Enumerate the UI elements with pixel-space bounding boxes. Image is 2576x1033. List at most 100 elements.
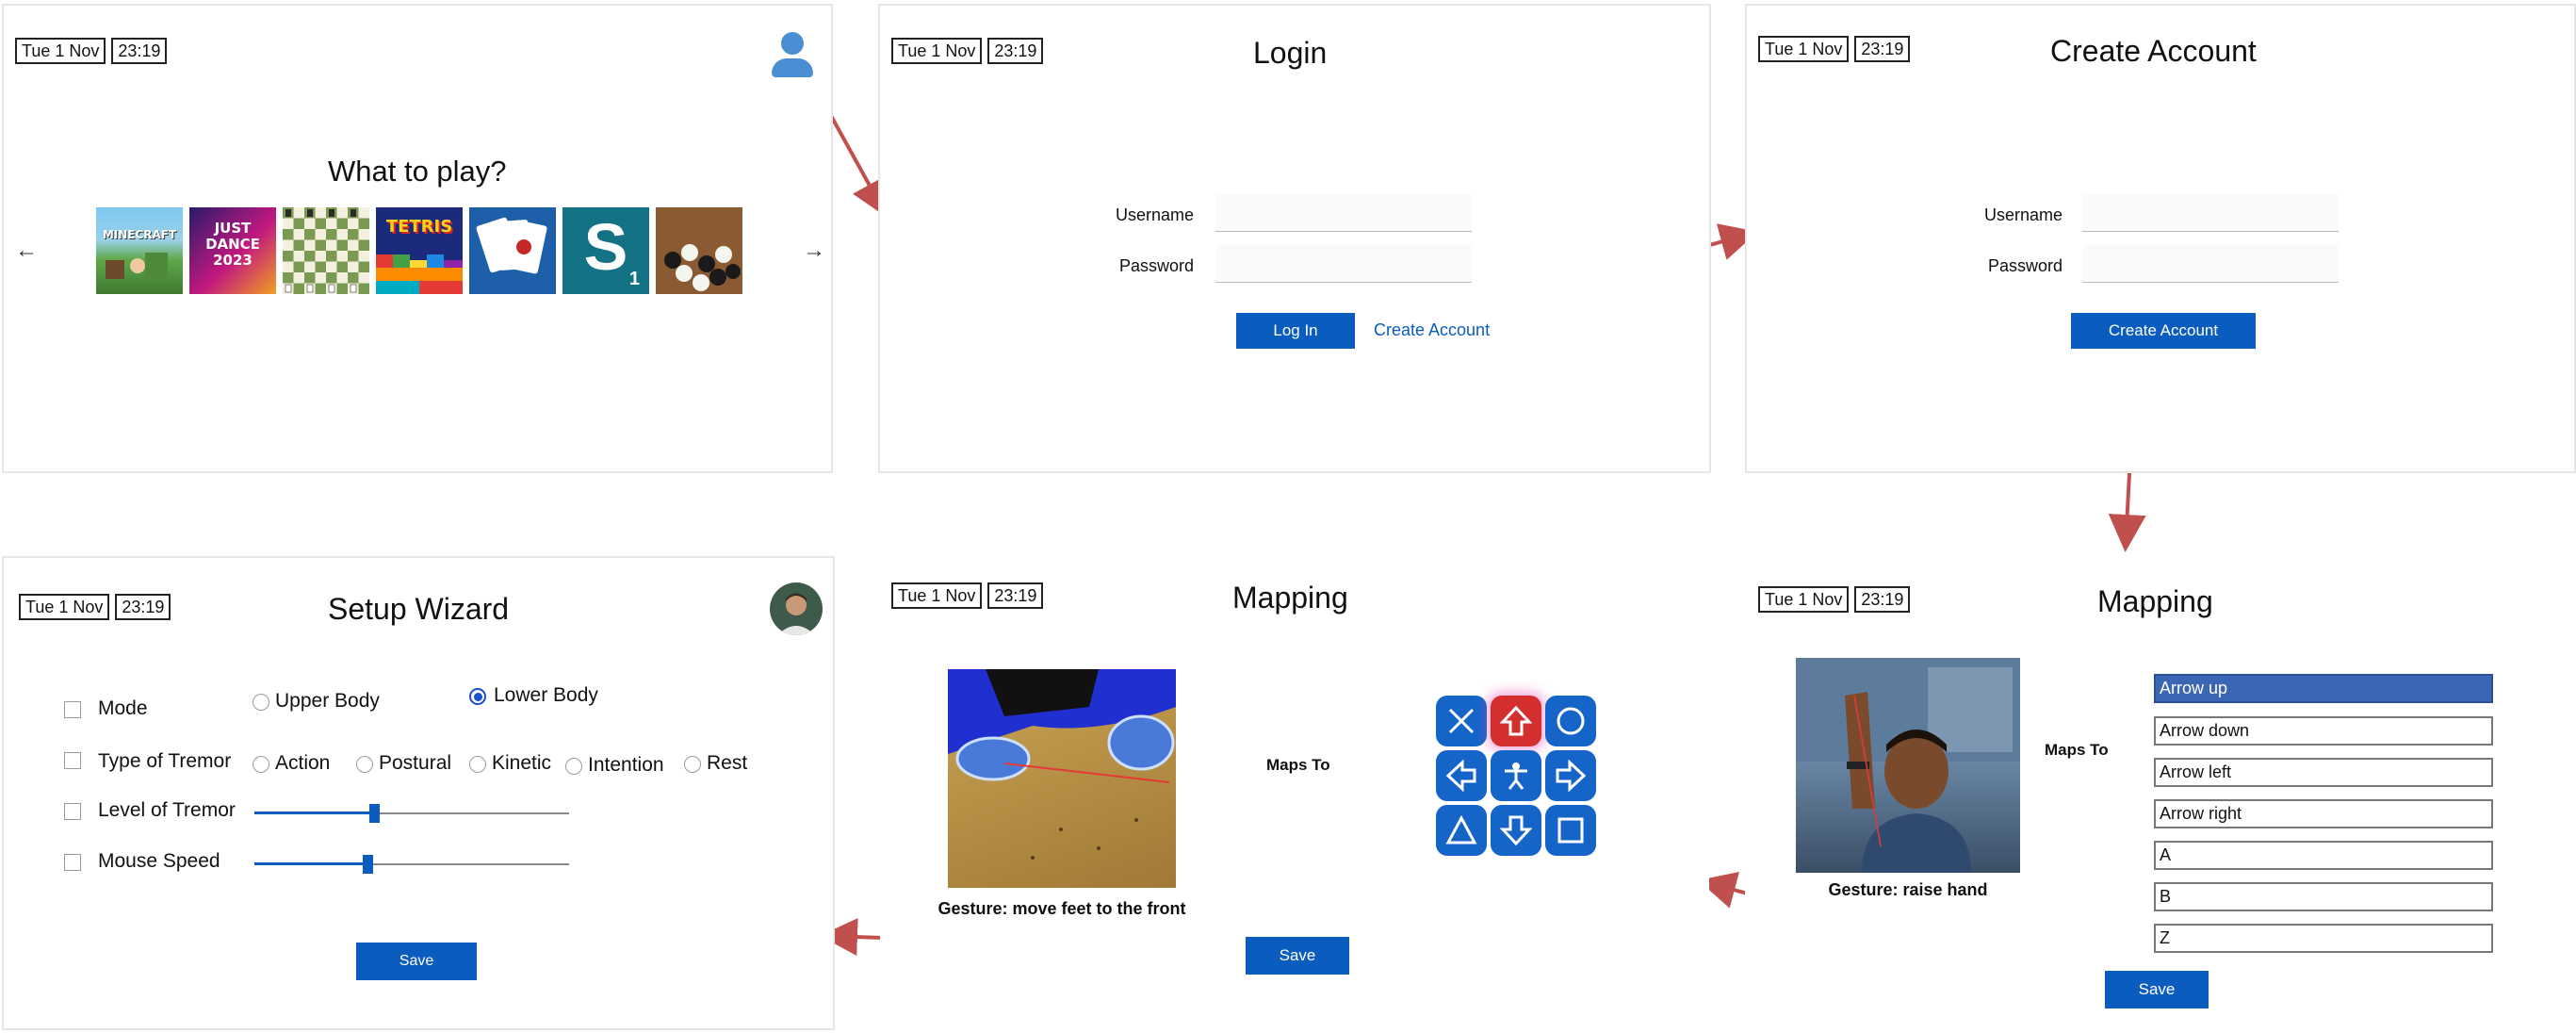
tremor-level-checkbox[interactable]	[64, 803, 81, 820]
page-title: Mapping	[2097, 584, 2213, 618]
time-display: 23:19	[1854, 586, 1911, 613]
password-input[interactable]	[1215, 245, 1472, 283]
playing-cards-icon	[476, 217, 547, 274]
pad-arrow-right-button[interactable]	[1545, 750, 1596, 801]
gesture-hand-photo	[1796, 658, 2020, 873]
mouse-speed-label: Mouse Speed	[98, 850, 220, 872]
user-avatar-icon[interactable]	[771, 32, 814, 79]
mode-lower-body-label: Lower Body	[494, 684, 598, 706]
date-display: Tue 1 Nov	[891, 582, 983, 609]
circle-icon	[1557, 707, 1585, 735]
create-account-button[interactable]: Create Account	[2071, 313, 2256, 349]
maps-to-label: Maps To	[1266, 756, 1330, 774]
datetime: Tue 1 Nov 23:19	[15, 38, 168, 64]
pad-triangle-button[interactable]	[1436, 805, 1487, 856]
tremor-kinetic-label: Kinetic	[492, 752, 552, 774]
home-screen: Tue 1 Nov 23:19 What to play? ← → MINECR…	[2, 4, 833, 473]
create-account-screen: Tue 1 Nov 23:19 Create Account Username …	[1745, 4, 2576, 473]
pad-person-button[interactable]	[1491, 750, 1541, 801]
mouse-speed-slider[interactable]	[254, 855, 569, 874]
date-display: Tue 1 Nov	[891, 38, 983, 64]
date-display: Tue 1 Nov	[15, 38, 106, 64]
carousel-prev-icon[interactable]: ←	[15, 238, 38, 264]
tremor-type-checkbox[interactable]	[64, 752, 81, 769]
arrow-right-icon	[1556, 760, 1587, 792]
save-button[interactable]: Save	[2105, 971, 2209, 1008]
mapping-hand-screen: Tue 1 Nov 23:19 Mapping Gesture: raise h…	[1745, 562, 2576, 1029]
game-go-tile[interactable]	[656, 207, 742, 294]
datetime: Tue 1 Nov 23:19	[19, 594, 171, 620]
person-icon	[1505, 762, 1527, 790]
mouse-speed-checkbox[interactable]	[64, 854, 81, 871]
profile-avatar[interactable]	[770, 582, 823, 635]
datetime: Tue 1 Nov 23:19	[891, 582, 1044, 609]
option-arrow-down[interactable]: Arrow down	[2154, 716, 2493, 746]
triangle-icon	[1445, 814, 1477, 844]
pad-square-button[interactable]	[1545, 805, 1596, 856]
page-title: Setup Wizard	[328, 592, 510, 626]
tremor-intention-label: Intention	[588, 754, 664, 776]
option-a[interactable]: A	[2154, 841, 2493, 870]
create-account-link[interactable]: Create Account	[1374, 320, 1490, 340]
time-display: 23:19	[111, 38, 168, 64]
option-arrow-up[interactable]: Arrow up	[2154, 674, 2493, 703]
date-display: Tue 1 Nov	[1758, 586, 1850, 613]
mode-upper-body-label: Upper Body	[275, 690, 380, 712]
mode-upper-body-radio[interactable]	[253, 694, 269, 711]
game-tetris-tile[interactable]: TETRIS	[376, 207, 463, 294]
game-cards-tile[interactable]	[469, 207, 556, 294]
tremor-level-slider[interactable]	[254, 804, 569, 823]
password-label: Password	[1119, 256, 1195, 275]
save-button[interactable]: Save	[1246, 937, 1349, 975]
slider-handle[interactable]	[363, 855, 374, 874]
raised-hand-icon	[1796, 658, 2020, 873]
game-chess-tile[interactable]	[283, 207, 369, 294]
arrow-up-icon	[1500, 705, 1532, 736]
slider-handle[interactable]	[368, 804, 380, 823]
username-label: Username	[1116, 205, 1195, 224]
option-arrow-left[interactable]: Arrow left	[2154, 758, 2493, 787]
option-arrow-right[interactable]: Arrow right	[2154, 799, 2493, 828]
square-icon	[1557, 817, 1584, 844]
person-portrait-icon	[777, 593, 815, 635]
go-stones-icon	[664, 244, 741, 291]
tremor-action-radio[interactable]	[253, 756, 269, 773]
login-button[interactable]: Log In	[1236, 313, 1355, 349]
tremor-postural-label: Postural	[379, 752, 452, 774]
username-input[interactable]	[2082, 194, 2339, 232]
tremor-postural-radio[interactable]	[356, 756, 373, 773]
chessboard-icon	[283, 207, 369, 294]
username-input[interactable]	[1215, 194, 1472, 232]
gesture-caption: Gesture: move feet to the front	[937, 899, 1186, 918]
datetime: Tue 1 Nov 23:19	[1758, 36, 1911, 62]
pad-circle-button[interactable]	[1545, 696, 1596, 746]
setup-wizard-screen: Tue 1 Nov 23:19 Setup Wizard Mode Upper …	[2, 556, 835, 1030]
option-z[interactable]: Z	[2154, 924, 2493, 953]
tremor-intention-radio[interactable]	[565, 758, 582, 775]
page-title: Login	[1253, 36, 1328, 70]
feet-gesture-icon	[948, 669, 1176, 860]
username-label: Username	[1984, 205, 2063, 224]
page-title: Create Account	[2050, 34, 2257, 68]
maps-to-label: Maps To	[2045, 741, 2109, 759]
pad-x-button[interactable]	[1436, 696, 1487, 746]
tremor-rest-label: Rest	[707, 752, 748, 774]
game-scrabble-tile[interactable]: S 1	[562, 207, 649, 294]
arrow-down-icon	[1500, 815, 1532, 846]
password-input[interactable]	[2082, 245, 2339, 283]
gesture-caption: Gesture: raise hand	[1828, 880, 1988, 899]
game-just-dance-tile[interactable]: JUST DANCE 2023	[189, 207, 276, 294]
time-display: 23:19	[987, 38, 1044, 64]
pad-arrow-left-button[interactable]	[1436, 750, 1487, 801]
save-button[interactable]: Save	[356, 943, 477, 980]
game-minecraft-tile[interactable]: MINECRAFT	[96, 207, 183, 294]
tremor-rest-radio[interactable]	[684, 756, 701, 773]
carousel-next-icon[interactable]: →	[803, 238, 825, 264]
pad-arrow-up-button[interactable]	[1491, 696, 1541, 746]
mode-checkbox[interactable]	[64, 701, 81, 718]
tremor-kinetic-radio[interactable]	[469, 756, 486, 773]
mode-label: Mode	[98, 697, 148, 719]
option-b[interactable]: B	[2154, 882, 2493, 911]
pad-arrow-down-button[interactable]	[1491, 805, 1541, 856]
mode-lower-body-radio[interactable]	[469, 688, 486, 705]
